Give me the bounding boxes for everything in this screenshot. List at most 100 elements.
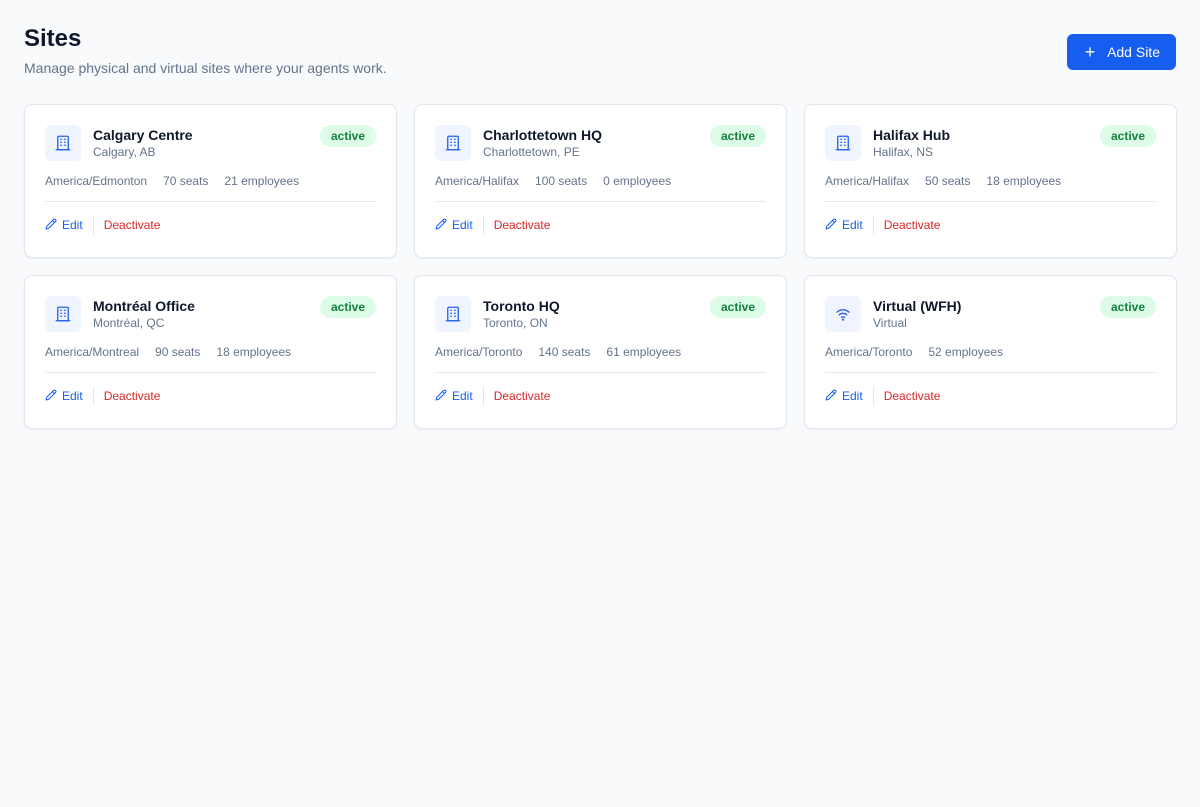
site-seats: 140 seats	[538, 345, 591, 359]
card-actions: Edit Deactivate	[45, 373, 376, 419]
site-card: Virtual (WFH) Virtual active America/Tor…	[804, 275, 1177, 429]
site-card: Charlottetown HQ Charlottetown, PE activ…	[414, 104, 787, 258]
edit-button[interactable]: Edit	[435, 389, 483, 404]
site-identity: Montréal Office Montréal, QC	[45, 296, 195, 332]
edit-button[interactable]: Edit	[435, 218, 483, 233]
site-timezone: America/Montreal	[45, 345, 140, 359]
site-location: Calgary, AB	[93, 145, 156, 159]
site-location: Virtual	[873, 316, 907, 330]
site-location: Montréal, QC	[93, 316, 165, 330]
edit-button[interactable]: Edit	[825, 389, 873, 404]
site-meta: America/Edmonton 70 seats 21 employees	[45, 173, 376, 189]
edit-button[interactable]: Edit	[45, 389, 93, 404]
edit-label: Edit	[452, 218, 473, 232]
pencil-icon	[45, 389, 57, 404]
site-identity: Charlottetown HQ Charlottetown, PE	[435, 125, 602, 161]
page-title: Sites	[24, 25, 82, 52]
edit-label: Edit	[62, 218, 83, 232]
card-actions: Edit Deactivate	[435, 202, 766, 248]
site-identity: Toronto HQ Toronto, ON	[435, 296, 560, 332]
sites-page: Sites Manage physical and virtual sites …	[0, 0, 1200, 807]
add-site-button[interactable]: + Add Site	[1067, 34, 1176, 70]
site-card: Calgary Centre Calgary, AB active Americ…	[24, 104, 397, 258]
site-seats: 50 seats	[925, 174, 971, 188]
card-header: Halifax Hub Halifax, NS active	[825, 125, 1156, 161]
pencil-icon	[435, 389, 447, 404]
building-icon	[45, 125, 81, 161]
site-identity: Halifax Hub Halifax, NS	[825, 125, 950, 161]
site-timezone: America/Halifax	[435, 174, 520, 188]
deactivate-button[interactable]: Deactivate	[484, 389, 551, 403]
site-card: Montréal Office Montréal, QC active Amer…	[24, 275, 397, 429]
building-icon	[45, 296, 81, 332]
site-name: Toronto HQ	[483, 298, 560, 314]
site-timezone: America/Halifax	[825, 174, 910, 188]
deactivate-button[interactable]: Deactivate	[874, 389, 941, 403]
card-header: Toronto HQ Toronto, ON active	[435, 296, 766, 332]
pencil-icon	[825, 218, 837, 233]
deactivate-button[interactable]: Deactivate	[484, 218, 551, 232]
site-seats: 70 seats	[163, 174, 209, 188]
site-location: Halifax, NS	[873, 145, 934, 159]
site-meta: America/Toronto 140 seats 61 employees	[435, 344, 766, 360]
card-header: Montréal Office Montréal, QC active	[45, 296, 376, 332]
site-identity: Virtual (WFH) Virtual	[825, 296, 961, 332]
site-timezone: America/Edmonton	[45, 174, 148, 188]
status-badge: active	[1099, 296, 1156, 318]
card-actions: Edit Deactivate	[435, 373, 766, 419]
edit-button[interactable]: Edit	[45, 218, 93, 233]
site-employees: 18 employees	[216, 345, 292, 359]
site-name: Virtual (WFH)	[873, 298, 962, 314]
site-employees: 0 employees	[603, 174, 672, 188]
site-timezone: America/Toronto	[435, 345, 523, 359]
card-header: Virtual (WFH) Virtual active	[825, 296, 1156, 332]
building-icon	[825, 125, 861, 161]
site-card: Halifax Hub Halifax, NS active America/H…	[804, 104, 1177, 258]
card-actions: Edit Deactivate	[825, 202, 1156, 248]
edit-label: Edit	[842, 389, 863, 403]
building-icon	[435, 296, 471, 332]
deactivate-button[interactable]: Deactivate	[94, 218, 161, 232]
status-badge: active	[1099, 125, 1156, 147]
card-actions: Edit Deactivate	[45, 202, 376, 248]
site-meta: America/Toronto 52 employees	[825, 344, 1156, 360]
wifi-icon	[825, 296, 861, 332]
site-seats: 90 seats	[155, 345, 201, 359]
site-identity: Calgary Centre Calgary, AB	[45, 125, 193, 161]
pencil-icon	[435, 218, 447, 233]
building-icon	[435, 125, 471, 161]
add-site-label: Add Site	[1107, 44, 1160, 60]
site-meta: America/Montreal 90 seats 18 employees	[45, 344, 376, 360]
site-timezone: America/Toronto	[825, 345, 913, 359]
site-seats: 100 seats	[535, 174, 588, 188]
pencil-icon	[825, 389, 837, 404]
page-header: Sites Manage physical and virtual sites …	[24, 24, 1176, 104]
site-employees: 61 employees	[606, 345, 682, 359]
site-name: Montréal Office	[93, 298, 195, 314]
card-actions: Edit Deactivate	[825, 373, 1156, 419]
site-employees: 21 employees	[224, 174, 300, 188]
site-employees: 18 employees	[986, 174, 1062, 188]
card-header: Calgary Centre Calgary, AB active	[45, 125, 376, 161]
site-meta: America/Halifax 50 seats 18 employees	[825, 173, 1156, 189]
site-location: Charlottetown, PE	[483, 145, 580, 159]
site-meta: America/Halifax 100 seats 0 employees	[435, 173, 766, 189]
site-name: Charlottetown HQ	[483, 127, 602, 143]
card-header: Charlottetown HQ Charlottetown, PE activ…	[435, 125, 766, 161]
site-name: Calgary Centre	[93, 127, 193, 143]
deactivate-button[interactable]: Deactivate	[94, 389, 161, 403]
status-badge: active	[709, 125, 766, 147]
edit-label: Edit	[452, 389, 473, 403]
status-badge: active	[319, 296, 376, 318]
edit-button[interactable]: Edit	[825, 218, 873, 233]
site-card: Toronto HQ Toronto, ON active America/To…	[414, 275, 787, 429]
pencil-icon	[45, 218, 57, 233]
plus-icon: +	[1084, 42, 1096, 62]
site-name: Halifax Hub	[873, 127, 951, 143]
site-employees: 52 employees	[928, 345, 1004, 359]
status-badge: active	[319, 125, 376, 147]
deactivate-button[interactable]: Deactivate	[874, 218, 941, 232]
edit-label: Edit	[842, 218, 863, 232]
status-badge: active	[709, 296, 766, 318]
page-subtitle: Manage physical and virtual sites where …	[24, 60, 387, 76]
